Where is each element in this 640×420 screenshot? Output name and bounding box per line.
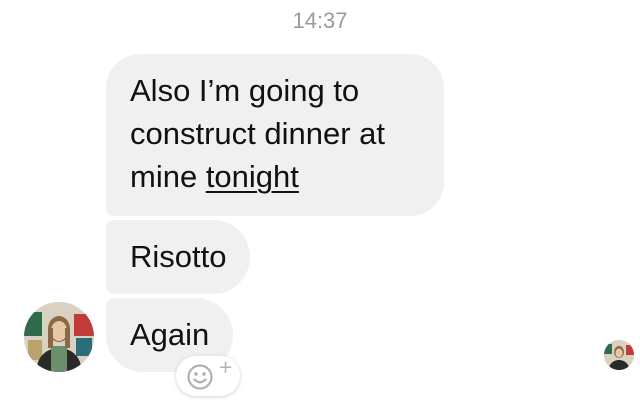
read-receipt-photo [604, 340, 634, 370]
avatar-photo [24, 302, 94, 372]
add-reaction-button[interactable]: + [176, 356, 240, 396]
message-text: Risotto [130, 239, 227, 274]
message-text: Again [130, 317, 210, 352]
message-bubble-1[interactable]: Also I’m going to construct dinner at mi… [106, 54, 444, 216]
message-line: construct dinner at [130, 116, 386, 151]
smiley-icon [187, 364, 213, 390]
message-line: Also I’m going to [130, 73, 360, 108]
plus-icon: + [218, 357, 234, 378]
message-line: mine tonight [130, 155, 420, 198]
message-timestamp: 14:37 [292, 8, 348, 33]
read-receipt-avatar [604, 340, 634, 370]
message-bubble-2[interactable]: Risotto [106, 220, 251, 294]
sender-avatar[interactable] [24, 302, 94, 372]
detected-link-tonight[interactable]: tonight [206, 159, 299, 194]
message-text: mine [130, 159, 206, 194]
